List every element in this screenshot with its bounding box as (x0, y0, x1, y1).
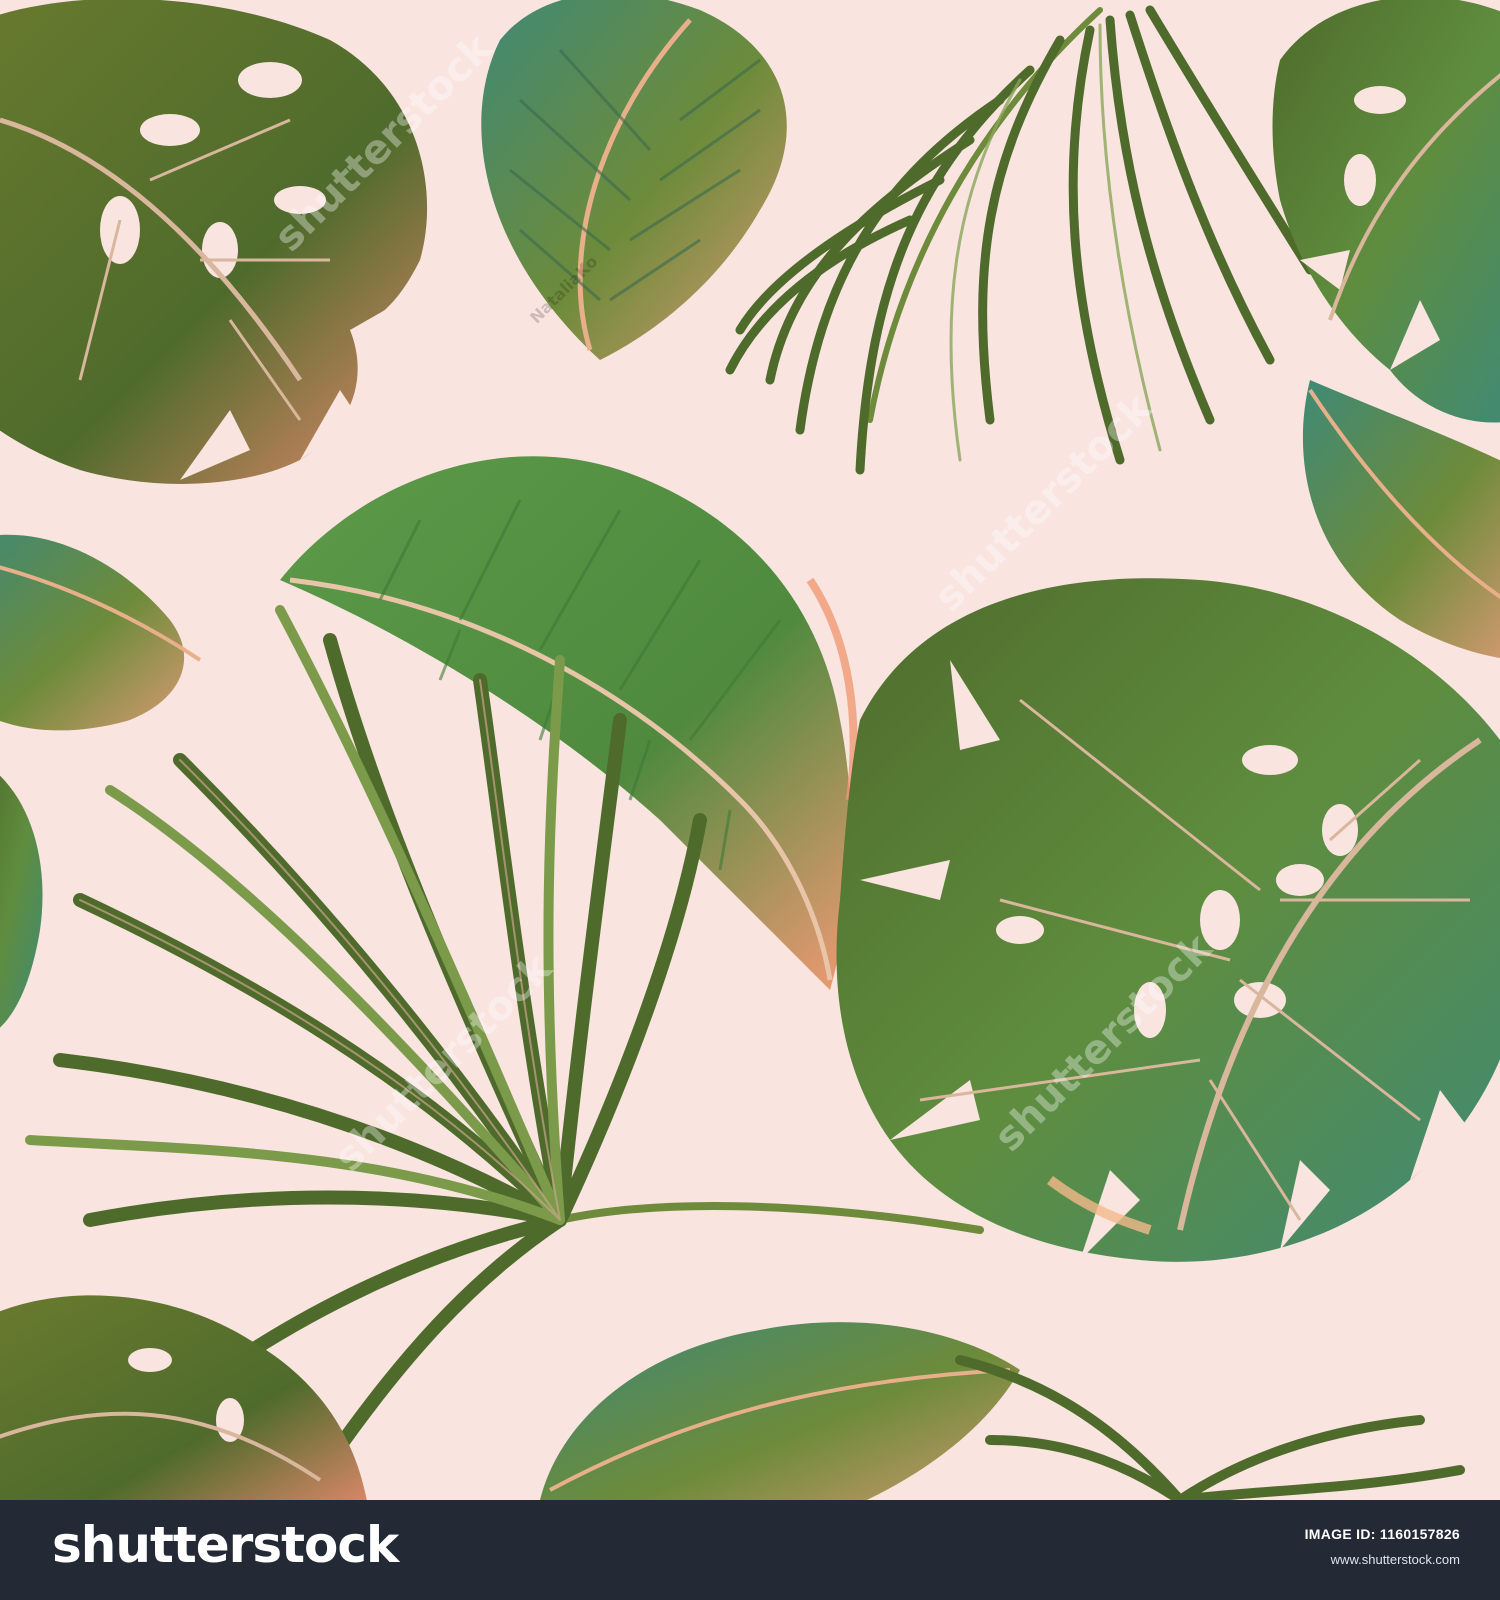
banana-leaf-bottom (540, 1322, 1020, 1500)
leaf-pattern (0, 0, 1500, 1500)
monstera-leaf-top-right (1272, 0, 1500, 423)
footer-url: www.shutterstock.com (1330, 1552, 1460, 1567)
banana-leaf-left (0, 534, 202, 731)
image-id-label: IMAGE ID: 1160157826 (1304, 1526, 1460, 1542)
monstera-leaf-top-left (0, 0, 430, 484)
calathea-leaf-center (280, 456, 858, 991)
monstera-leaf-left-edge (0, 775, 43, 1028)
shutterstock-logo: shutterstock (52, 1516, 399, 1574)
monstera-leaf-bottom-left (0, 1295, 367, 1500)
palm-frond-top (725, 5, 1315, 475)
banana-leaf-top (481, 0, 787, 360)
stock-footer: shutterstock IMAGE ID: 1160157826 www.sh… (0, 1500, 1500, 1600)
palm-frond-bottom-right (955, 1355, 1465, 1500)
monstera-leaf-right-large (836, 578, 1500, 1262)
image-meta: IMAGE ID: 1160157826 www.shutterstock.co… (1305, 1526, 1460, 1567)
tropical-leaves-illustration: shutterstock shutterstock shutterstock s… (0, 0, 1500, 1500)
